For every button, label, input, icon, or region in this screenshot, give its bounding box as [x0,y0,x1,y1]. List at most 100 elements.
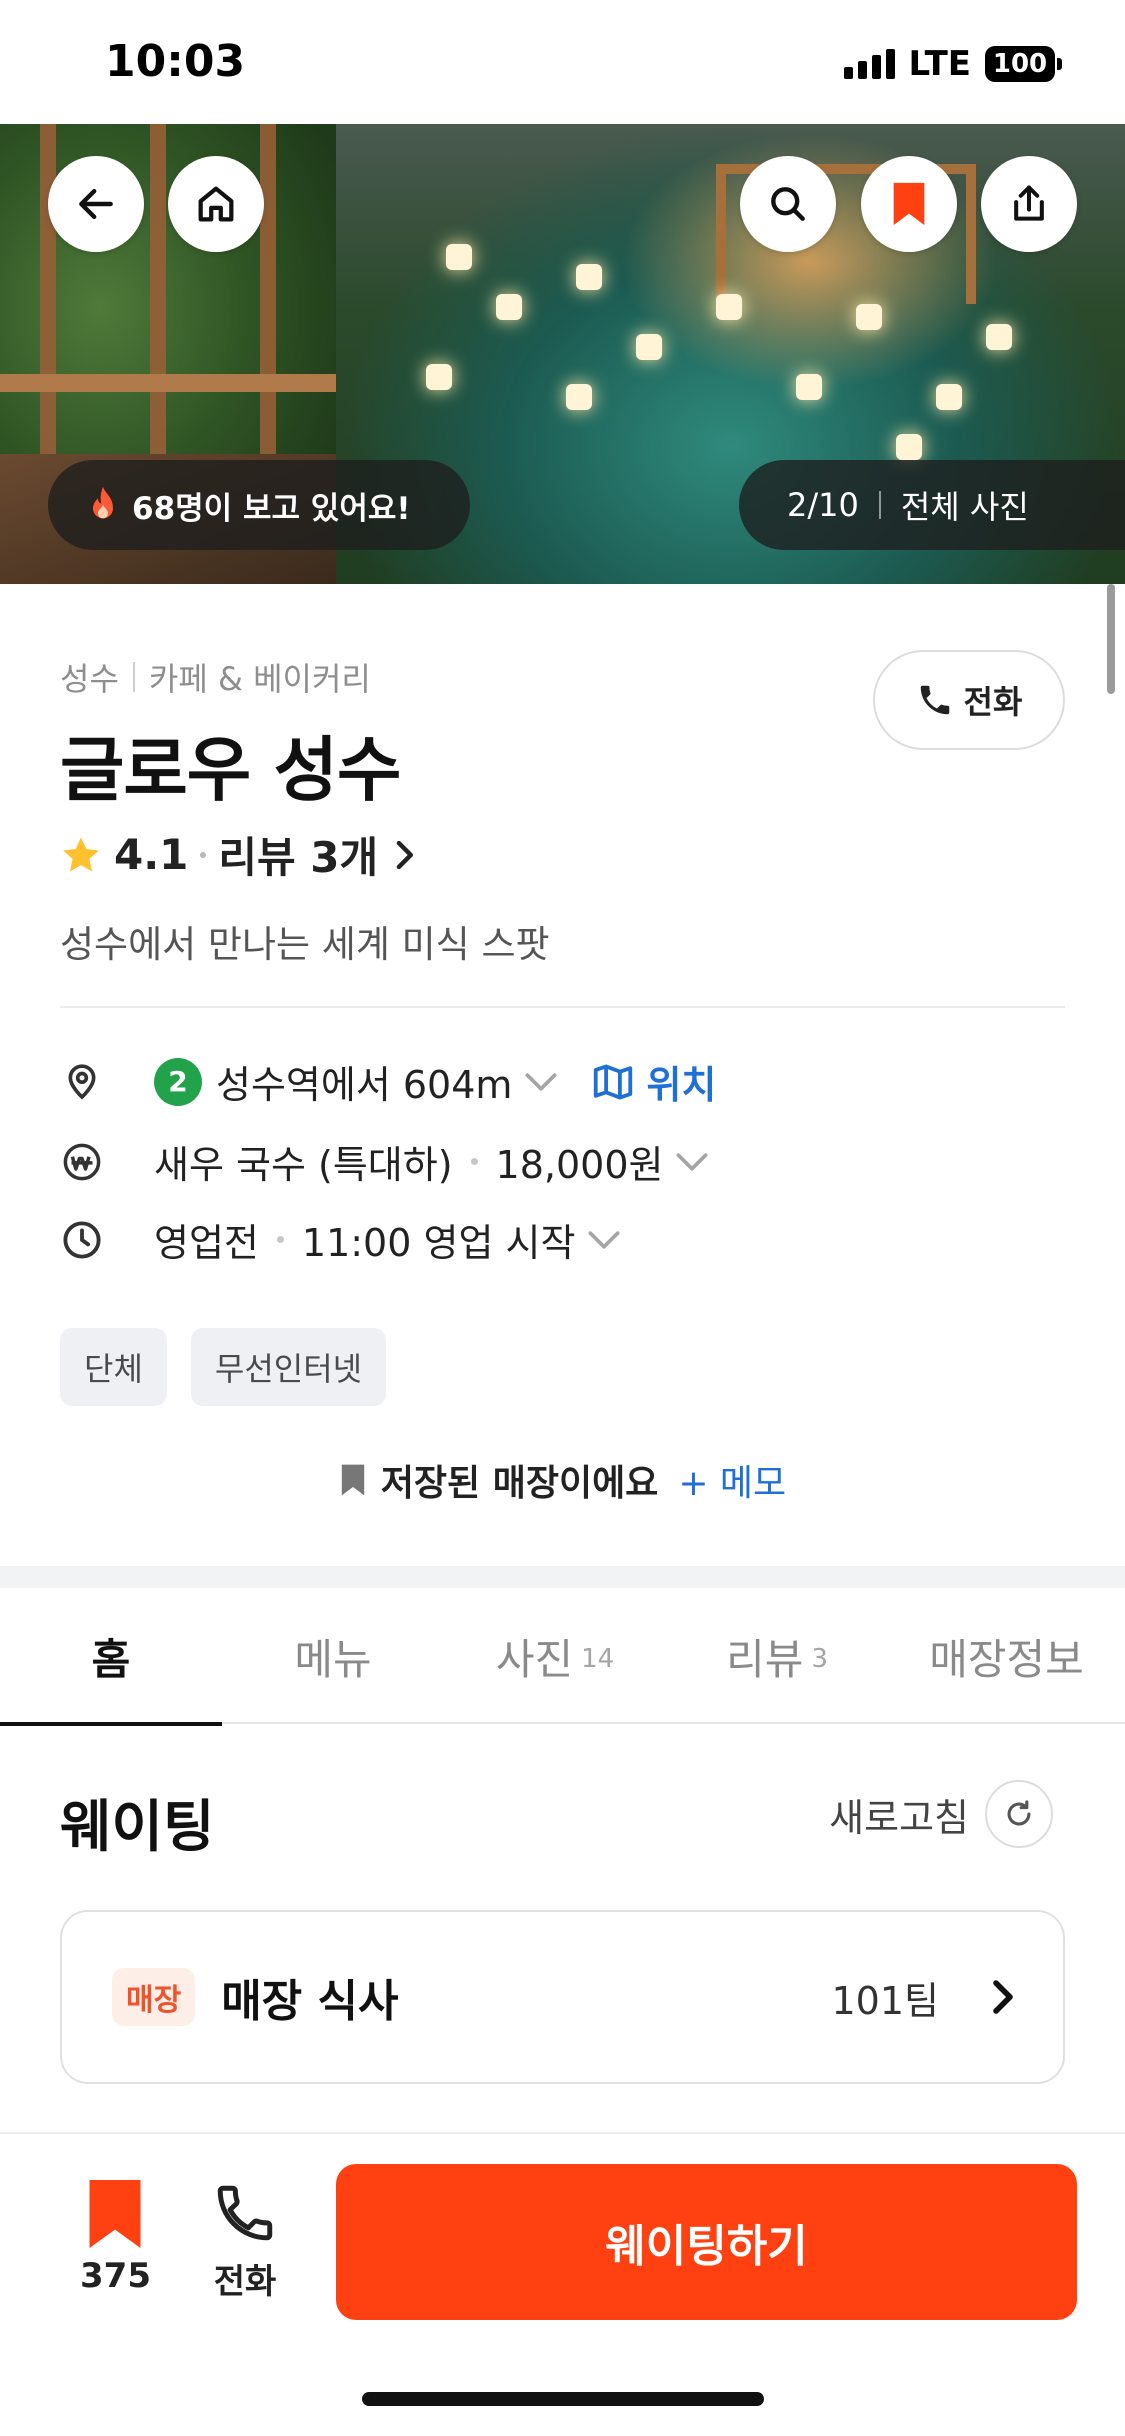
store-name: 글로우 성수 [60,729,401,811]
viewers-text: 68명이 보고 있어요! [132,490,411,527]
fire-icon [93,486,113,519]
location-row[interactable]: 2 성수역에서 604m 위치 [60,1054,716,1109]
refresh-label: 새로고침 [829,1795,969,1840]
map-label: 위치 [646,1063,717,1107]
refresh-icon [985,1780,1053,1848]
back-button[interactable] [48,156,144,252]
bookmark-icon [893,182,925,226]
refresh-button[interactable]: 새로고침 [829,1780,1053,1848]
tab-label: 홈 [91,1634,131,1684]
chevron-right-icon [993,1980,1013,2014]
pill-divider [878,491,881,519]
signal-icon [843,49,895,79]
rating-row[interactable]: 4.1 리뷰 3개 [60,824,418,885]
home-button[interactable] [168,156,264,252]
bottom-bookmark-button[interactable]: 375 [80,2180,151,2296]
home-indicator[interactable] [362,2392,764,2406]
menu-item: 새우 국수 (특대하) [154,1143,453,1187]
waiting-title: 웨이팅 [60,1795,215,1860]
store-description: 성수에서 만나는 세계 미식 스팟 [60,923,550,966]
saved-status: 저장된 매장이에요 + 메모 [60,1454,1065,1506]
tab-label: 메뉴 [294,1634,372,1684]
waiting-type: 매장 식사 [221,1976,399,2027]
home-icon [198,186,234,222]
bottom-call-label: 전화 [213,2262,277,2302]
hours-row[interactable]: 영업전 11:00 영업 시작 [60,1212,621,1267]
tab-label: 사진 [495,1634,574,1684]
location-pin-icon [60,1060,104,1104]
tab-bar: 홈 메뉴 사진 14 리뷰 3 매장정보 [0,1588,1125,1726]
tab-count: 14 [581,1644,615,1674]
saved-text: 저장된 매장이에요 [380,1463,659,1504]
star-icon [63,837,99,871]
all-photos-button[interactable]: 2/10 전체 사진 [739,460,1125,550]
phone-icon [920,685,949,715]
chevron-down-icon [588,1230,620,1249]
all-photos-label: 전체 사진 [900,488,1029,526]
waiting-card[interactable]: 매장 매장 식사 101팀 [60,1910,1065,2084]
distance-text: 성수역에서 604m [216,1063,513,1107]
rating-value: 4.1 [114,830,189,879]
tag-wifi: 무선인터넷 [190,1328,387,1406]
scrollbar[interactable] [1107,584,1115,694]
arrow-left-icon [79,188,113,220]
status-time: 10:03 [105,36,246,87]
hero-gallery[interactable]: 68명이 보고 있어요! 2/10 전체 사진 [0,124,1125,584]
section-divider [60,1006,1065,1008]
tab-reviews[interactable]: 리뷰 3 [666,1588,888,1724]
bookmark-count: 375 [80,2256,151,2296]
dine-in-badge: 매장 [112,1968,196,2026]
bottom-action-bar: 375 전화 웨이팅하기 [0,2132,1125,2436]
bookmark-filled-icon [341,1464,365,1496]
chevron-right-icon [396,840,414,869]
tab-menu[interactable]: 메뉴 [222,1588,444,1724]
viewers-badge: 68명이 보고 있어요! [48,460,470,550]
photo-index: 2/10 [787,486,859,524]
bookmark-button[interactable] [861,156,957,252]
tab-label: 매장정보 [929,1634,1084,1684]
status-indicators: LTE 100 [843,44,1062,84]
share-button[interactable] [981,156,1077,252]
phone-icon [217,2185,273,2241]
clock-icon [60,1218,104,1262]
tab-home[interactable]: 홈 [0,1588,222,1726]
add-memo-button[interactable]: + 메모 [678,1454,786,1506]
menu-dot [470,1158,478,1165]
share-icon [1014,185,1044,221]
category-divider [132,662,135,692]
store-category: 성수 카페 & 베이커리 [60,654,371,700]
battery-level: 100 [992,49,1048,79]
tab-photos[interactable]: 사진 14 [444,1588,666,1724]
subway-line-badge: 2 [154,1057,202,1106]
network-label: LTE [908,44,971,84]
tab-store-info[interactable]: 매장정보 [888,1588,1125,1724]
tab-count: 3 [811,1644,828,1674]
waiting-teams: 101팀 [831,1978,940,2023]
search-icon [771,187,805,221]
review-link[interactable]: 리뷰 3개 [218,824,378,885]
store-category-label: 카페 & 베이커리 [148,660,371,698]
battery-icon: 100 [985,46,1062,82]
status-bar: 10:03 LTE 100 [0,0,1125,124]
tab-label: 리뷰 [726,1634,804,1684]
bottom-call-button[interactable]: 전화 [212,2180,278,2303]
menu-price: 18,000원 [495,1143,664,1187]
call-button[interactable]: 전화 [873,650,1065,750]
hours-dot [276,1236,284,1243]
call-label: 전화 [963,683,1023,721]
search-button[interactable] [740,156,836,252]
menu-row[interactable]: 새우 국수 (특대하) 18,000원 [60,1134,709,1189]
chevron-down-icon [525,1072,557,1091]
store-area: 성수 [60,660,119,698]
tag-group: 단체 [60,1328,167,1406]
won-icon [60,1140,104,1184]
feature-tags: 단체 무선인터넷 [60,1328,387,1406]
open-status: 영업전 [154,1221,259,1265]
map-icon [594,1064,633,1099]
waiting-cta-button[interactable]: 웨이팅하기 [336,2164,1077,2320]
bookmark-icon [89,2180,141,2248]
map-link[interactable]: 위치 [592,1054,716,1109]
rating-dot [200,851,207,858]
section-gap [0,1566,1125,1588]
open-time: 11:00 영업 시작 [301,1221,576,1265]
